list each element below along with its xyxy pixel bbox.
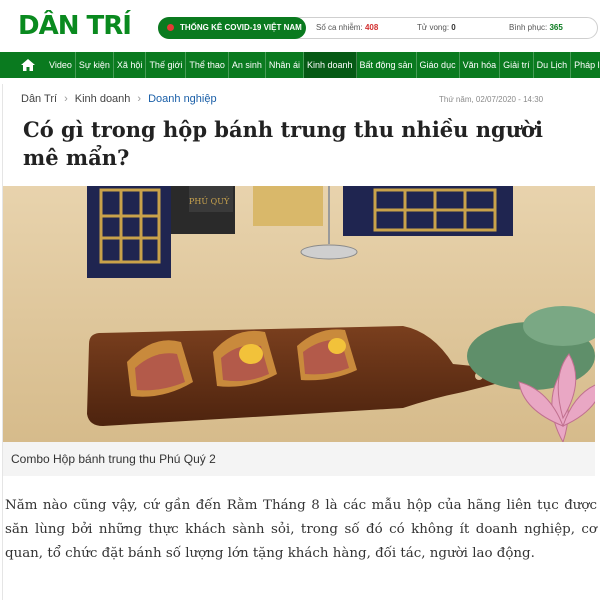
- nav-item[interactable]: Pháp luật: [571, 52, 600, 78]
- covid-cases: Số ca nhiễm: 408: [316, 23, 379, 32]
- image-caption: Combo Hộp bánh trung thu Phú Quý 2: [11, 452, 216, 466]
- nav-item[interactable]: Nhân ái: [266, 52, 304, 78]
- covid-deaths: Tử vong: 0: [417, 23, 456, 32]
- nav-item[interactable]: Sự kiện: [76, 52, 114, 78]
- breadcrumb-subcategory[interactable]: Doanh nghiệp: [148, 93, 217, 105]
- covid-recovered: Bình phục: 365: [509, 23, 563, 32]
- nav-item[interactable]: An sinh: [229, 52, 266, 78]
- article-body: Năm nào cũng vậy, cứ gần đến Rằm Tháng 8…: [5, 498, 597, 561]
- mooncake-photo: PHÚ QUÝ: [3, 186, 595, 442]
- article-card: Dân Trí › Kinh doanh › Doanh nghiệp Thứ …: [2, 84, 597, 600]
- image-caption-box: Combo Hộp bánh trung thu Phú Quý 2: [3, 442, 595, 476]
- nav-item[interactable]: Video: [46, 52, 76, 78]
- site-logo[interactable]: DÂN TRÍ: [18, 12, 132, 40]
- breadcrumb-category[interactable]: Kinh doanh: [75, 93, 131, 105]
- nav-items: Video Sự kiện Xã hội Thế giới Thể thao An sin…: [46, 52, 600, 78]
- nav-item[interactable]: Kinh doanh: [303, 52, 357, 78]
- nav-item[interactable]: Giáo dục: [417, 52, 460, 78]
- nav-item[interactable]: Thể thao: [186, 52, 229, 78]
- main-nav: Video Sự kiện Xã hội Thế giới Thể thao An sin…: [0, 52, 600, 78]
- nav-item[interactable]: Giải trí: [500, 52, 534, 78]
- nav-item[interactable]: Thế giới: [146, 52, 187, 78]
- breadcrumb: Dân Trí › Kinh doanh › Doanh nghiệp: [21, 93, 217, 105]
- hero-image: PHÚ QUÝ: [3, 186, 595, 442]
- breadcrumb-home[interactable]: Dân Trí: [21, 93, 57, 105]
- covid-stats-bar[interactable]: THỐNG KÊ COVID-19 VIỆT NAM Số ca nhiễm: …: [158, 17, 598, 39]
- home-icon[interactable]: [20, 58, 36, 72]
- chevron-right-icon: ›: [64, 93, 68, 105]
- covid-stats-label: THỐNG KÊ COVID-19 VIỆT NAM: [158, 17, 306, 39]
- article-title: Có gì trong hộp bánh trung thu nhiều ngư…: [23, 117, 543, 170]
- box-label: PHÚ QUÝ: [189, 197, 230, 206]
- nav-item[interactable]: Bất động sản: [357, 52, 417, 78]
- nav-item[interactable]: Văn hóa: [460, 52, 501, 78]
- live-dot-icon: [167, 24, 174, 31]
- site-header: DÂN TRÍ THỐNG KÊ COVID-19 VIỆT NAM Số ca…: [0, 0, 600, 52]
- nav-item[interactable]: Du Lịch: [534, 52, 572, 78]
- nav-item[interactable]: Xã hội: [114, 52, 147, 78]
- publish-date: Thứ năm, 02/07/2020 - 14:30: [439, 95, 544, 104]
- chevron-right-icon: ›: [137, 93, 142, 105]
